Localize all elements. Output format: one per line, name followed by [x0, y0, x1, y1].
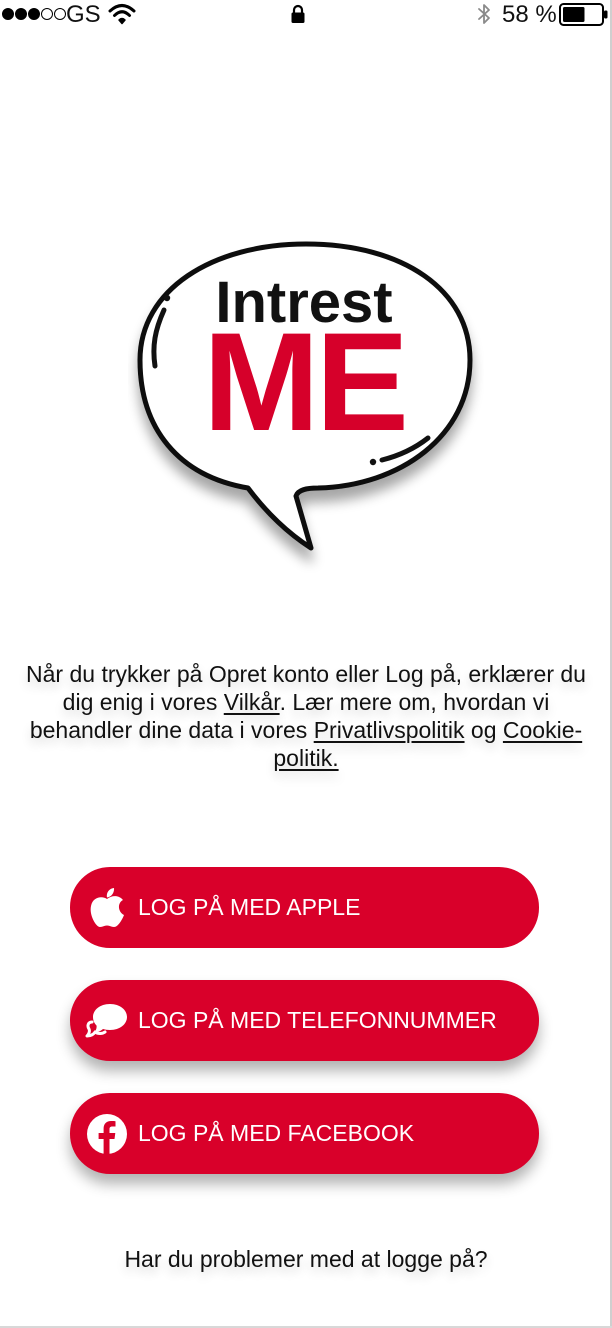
login-facebook-button[interactable]: LOG PÅ MED FACEBOOK: [70, 1093, 539, 1174]
signal-strength-icon: [2, 8, 66, 20]
battery-percentage: 58 %: [502, 1, 557, 28]
privacy-policy-link[interactable]: Privatlivspolitik: [314, 717, 465, 743]
login-phone-button[interactable]: LOG PÅ MED TELEFONNUMMER: [70, 980, 539, 1061]
bluetooth-icon: [478, 4, 490, 24]
intrestme-logo: Intrest ME: [137, 241, 473, 551]
login-facebook-label: LOG PÅ MED FACEBOOK: [138, 1120, 415, 1146]
apple-icon: [84, 885, 130, 931]
wifi-icon: [108, 4, 136, 25]
login-phone-label: LOG PÅ MED TELEFONNUMMER: [138, 1007, 497, 1033]
carrier-name: GS: [66, 1, 101, 28]
lock-icon: [291, 4, 305, 23]
chat-bubbles-icon: [84, 998, 130, 1044]
status-bar: GS 58 %: [0, 0, 612, 30]
terms-text: Når du trykker på Opret konto eller Log …: [26, 661, 586, 771]
login-help-link[interactable]: Har du problemer med at logge på?: [0, 1246, 612, 1273]
battery-icon: [559, 3, 608, 26]
facebook-icon: [84, 1111, 130, 1157]
terms-link[interactable]: Vilkår: [224, 689, 280, 715]
login-apple-button[interactable]: LOG PÅ MED APPLE: [70, 867, 539, 948]
logo-text-me: ME: [203, 303, 405, 460]
login-apple-label: LOG PÅ MED APPLE: [138, 894, 361, 920]
